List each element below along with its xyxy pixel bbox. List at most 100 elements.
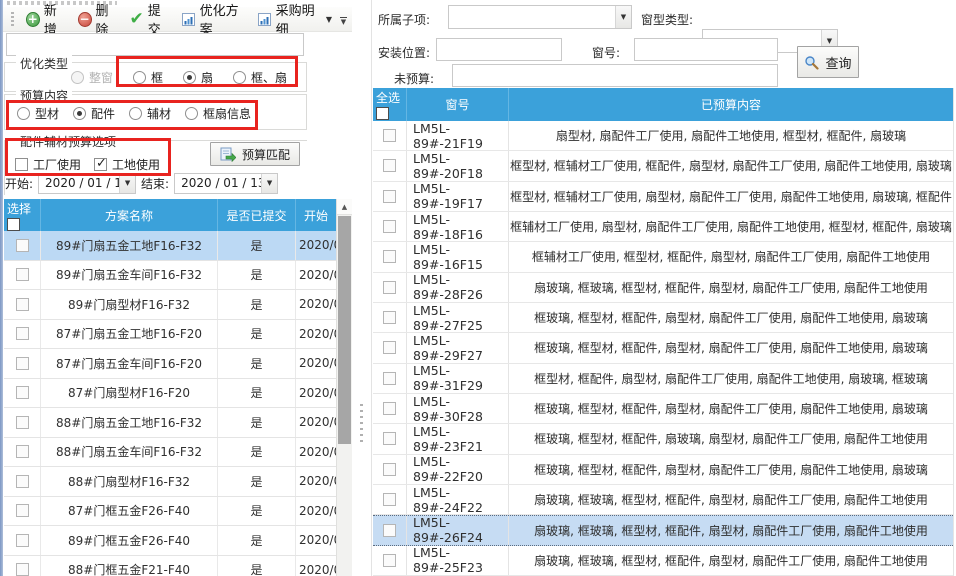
row-checkbox[interactable] <box>16 386 29 399</box>
row-checkbox[interactable] <box>16 268 29 281</box>
purchase-detail-button[interactable]: 采购明细 ▼ <box>252 8 337 30</box>
row-checkbox[interactable] <box>383 524 396 537</box>
window-type-label: 窗型类型: <box>641 11 693 28</box>
chevron-down-icon: ▼ <box>326 15 332 24</box>
window-table-row[interactable]: LM5L-89#-23F21 框玻璃, 框型材, 框配件, 扇玻璃, 扇型材, … <box>373 424 953 454</box>
window-no-cell: LM5L-89#-29F27 <box>407 333 509 362</box>
row-checkbox[interactable] <box>383 250 396 263</box>
window-table-row[interactable]: LM5L-89#-18F16 框辅材工厂使用, 扇型材, 扇配件工厂使用, 扇配… <box>373 212 953 242</box>
select-all-checkbox[interactable] <box>376 107 389 120</box>
row-checkbox[interactable] <box>16 534 29 547</box>
window-header-budgeted[interactable]: 已预算内容 <box>509 88 953 121</box>
add-button[interactable]: + 新增 <box>21 8 73 30</box>
row-checkbox[interactable] <box>383 402 396 415</box>
plan-table-row[interactable]: 88#门扇型材F16-F32 是 2020/0 <box>4 467 336 497</box>
window-table-header: 全选 窗号 已预算内容 <box>373 88 953 121</box>
row-checkbox[interactable] <box>16 475 29 488</box>
window-table-row[interactable]: LM5L-89#-20F18 框型材, 框辅材工厂使用, 框配件, 扇型材, 扇… <box>373 151 953 181</box>
window-table-row[interactable]: LM5L-89#-16F15 框辅材工厂使用, 框型材, 框配件, 扇型材, 扇… <box>373 242 953 272</box>
window-table-row[interactable]: LM5L-89#-26F24 扇玻璃, 框玻璃, 框型材, 框配件, 扇型材, … <box>373 515 953 545</box>
budget-match-button[interactable]: 预算匹配 <box>210 142 300 166</box>
date-end-value: 2020 / 01 / 13 <box>181 176 265 190</box>
row-checkbox[interactable] <box>16 504 29 517</box>
date-end-picker[interactable]: 2020 / 01 / 13 ▼ <box>174 173 278 194</box>
plan-table-row[interactable]: 88#门扇五金工地F16-F32 是 2020/0 <box>4 408 336 438</box>
row-checkbox[interactable] <box>16 239 29 252</box>
row-checkbox[interactable] <box>383 554 396 567</box>
window-no-cell: LM5L-89#-24F22 <box>407 485 509 514</box>
window-table-row[interactable]: LM5L-89#-19F17 框型材, 框辅材工厂使用, 扇型材, 扇配件工厂使… <box>373 182 953 212</box>
scrollbar-up-arrow[interactable]: ▲ <box>337 199 352 215</box>
date-end-label: 结束: <box>141 175 169 192</box>
budgeted-content-cell: 框玻璃, 框型材, 框配件, 扇型材, 扇配件工厂使用, 扇配件工地使用, 扇玻… <box>509 303 953 332</box>
window-table-row[interactable]: LM5L-89#-21F19 扇型材, 扇配件工厂使用, 扇配件工地使用, 框型… <box>373 121 953 151</box>
toolbar-grip[interactable] <box>11 12 14 27</box>
window-table-row[interactable]: LM5L-89#-30F28 框玻璃, 框型材, 框配件, 扇型材, 扇配件工厂… <box>373 394 953 424</box>
row-checkbox[interactable] <box>383 463 396 476</box>
query-button[interactable]: 查询 <box>797 46 859 78</box>
row-checkbox[interactable] <box>383 432 396 445</box>
plan-header-start[interactable]: 开始 <box>296 199 336 231</box>
plan-name-cell: 89#门扇五金工地F16-F32 <box>41 231 218 260</box>
window-no-input[interactable] <box>634 38 778 61</box>
scrollbar-thumb[interactable] <box>338 216 351 444</box>
panel-splitter[interactable] <box>352 0 372 576</box>
window-header-window-no[interactable]: 窗号 <box>407 88 509 121</box>
plan-table-row[interactable]: 87#门框五金F26-F40 是 2020/0 <box>4 497 336 527</box>
row-checkbox[interactable] <box>383 341 396 354</box>
window-table-row[interactable]: LM5L-89#-27F25 框玻璃, 框型材, 框配件, 扇型材, 扇配件工厂… <box>373 303 953 333</box>
row-checkbox[interactable] <box>383 220 396 233</box>
row-select-cell <box>373 242 407 271</box>
chevron-down-icon[interactable]: ▼ <box>119 174 135 193</box>
row-checkbox[interactable] <box>16 416 29 429</box>
row-checkbox[interactable] <box>16 298 29 311</box>
toolbar-overflow-button[interactable]: ▼ <box>337 12 350 29</box>
plan-header-submitted[interactable]: 是否已提交 <box>218 199 296 231</box>
optimize-plan-button[interactable]: 优化方案 <box>176 8 252 30</box>
window-table-row[interactable]: LM5L-89#-29F27 框玻璃, 框型材, 框配件, 扇型材, 扇配件工厂… <box>373 333 953 363</box>
row-checkbox[interactable] <box>383 129 396 142</box>
row-select-cell <box>4 526 41 555</box>
plan-table-row[interactable]: 87#门扇五金车间F16-F20 是 2020/0 <box>4 349 336 379</box>
no-budget-input[interactable] <box>452 64 778 87</box>
install-position-input[interactable] <box>436 38 562 61</box>
plan-table-row[interactable]: 89#门扇五金车间F16-F32 是 2020/0 <box>4 261 336 291</box>
row-checkbox[interactable] <box>383 159 396 172</box>
plan-table-row[interactable]: 89#门扇五金工地F16-F32 是 2020/0 <box>4 231 336 261</box>
delete-button[interactable]: − 删除 <box>73 8 125 30</box>
row-checkbox[interactable] <box>383 190 396 203</box>
window-table-row[interactable]: LM5L-89#-22F20 框玻璃, 框型材, 框配件, 扇型材, 扇配件工厂… <box>373 455 953 485</box>
search-input[interactable] <box>6 33 304 56</box>
plan-table-row[interactable]: 88#门扇五金车间F16-F32 是 2020/0 <box>4 438 336 468</box>
window-table-row[interactable]: LM5L-89#-24F22 扇玻璃, 框玻璃, 框型材, 框配件, 扇型材, … <box>373 485 953 515</box>
plan-name-cell: 89#门扇型材F16-F32 <box>41 290 218 319</box>
chevron-down-icon[interactable]: ▼ <box>261 174 277 193</box>
row-checkbox[interactable] <box>16 445 29 458</box>
row-checkbox[interactable] <box>16 563 29 576</box>
window-table-row[interactable]: LM5L-89#-28F26 扇玻璃, 框玻璃, 框型材, 框配件, 扇型材, … <box>373 273 953 303</box>
row-checkbox[interactable] <box>16 357 29 370</box>
radio-option[interactable]: 整窗 <box>71 69 113 86</box>
row-checkbox[interactable] <box>383 493 396 506</box>
row-checkbox[interactable] <box>383 372 396 385</box>
window-table-row[interactable]: LM5L-89#-25F23 扇玻璃, 框玻璃, 框型材, 框配件, 扇型材, … <box>373 546 953 576</box>
chevron-down-icon[interactable]: ▼ <box>615 6 631 28</box>
select-all-checkbox[interactable] <box>7 218 20 231</box>
row-select-cell <box>4 349 41 378</box>
row-checkbox[interactable] <box>383 311 396 324</box>
plan-table-row[interactable]: 89#门扇型材F16-F32 是 2020/0 <box>4 290 336 320</box>
plan-table-row[interactable]: 88#门框五金F21-F40 是 2020/0 <box>4 556 336 576</box>
plan-table-row[interactable]: 89#门框五金F26-F40 是 2020/0 <box>4 526 336 556</box>
window-table-row[interactable]: LM5L-89#-31F29 框型材, 框配件, 扇型材, 扇配件工厂使用, 扇… <box>373 364 953 394</box>
plan-submitted-cell: 是 <box>218 438 296 467</box>
window-no-cell: LM5L-89#-25F23 <box>407 546 509 575</box>
plan-table-scrollbar[interactable]: ▲ <box>336 199 352 576</box>
plan-table-row[interactable]: 87#门扇型材F16-F20 是 2020/0 <box>4 379 336 409</box>
plan-table-row[interactable]: 87#门扇五金工地F16-F20 是 2020/0 <box>4 320 336 350</box>
sub-item-dropdown[interactable]: ▼ <box>448 5 632 29</box>
plan-header-name[interactable]: 方案名称 <box>41 199 218 231</box>
submit-button[interactable]: ✔ 提交 <box>124 8 175 30</box>
row-checkbox[interactable] <box>383 281 396 294</box>
row-checkbox[interactable] <box>16 327 29 340</box>
plan-name-cell: 89#门框五金F26-F40 <box>41 526 218 555</box>
